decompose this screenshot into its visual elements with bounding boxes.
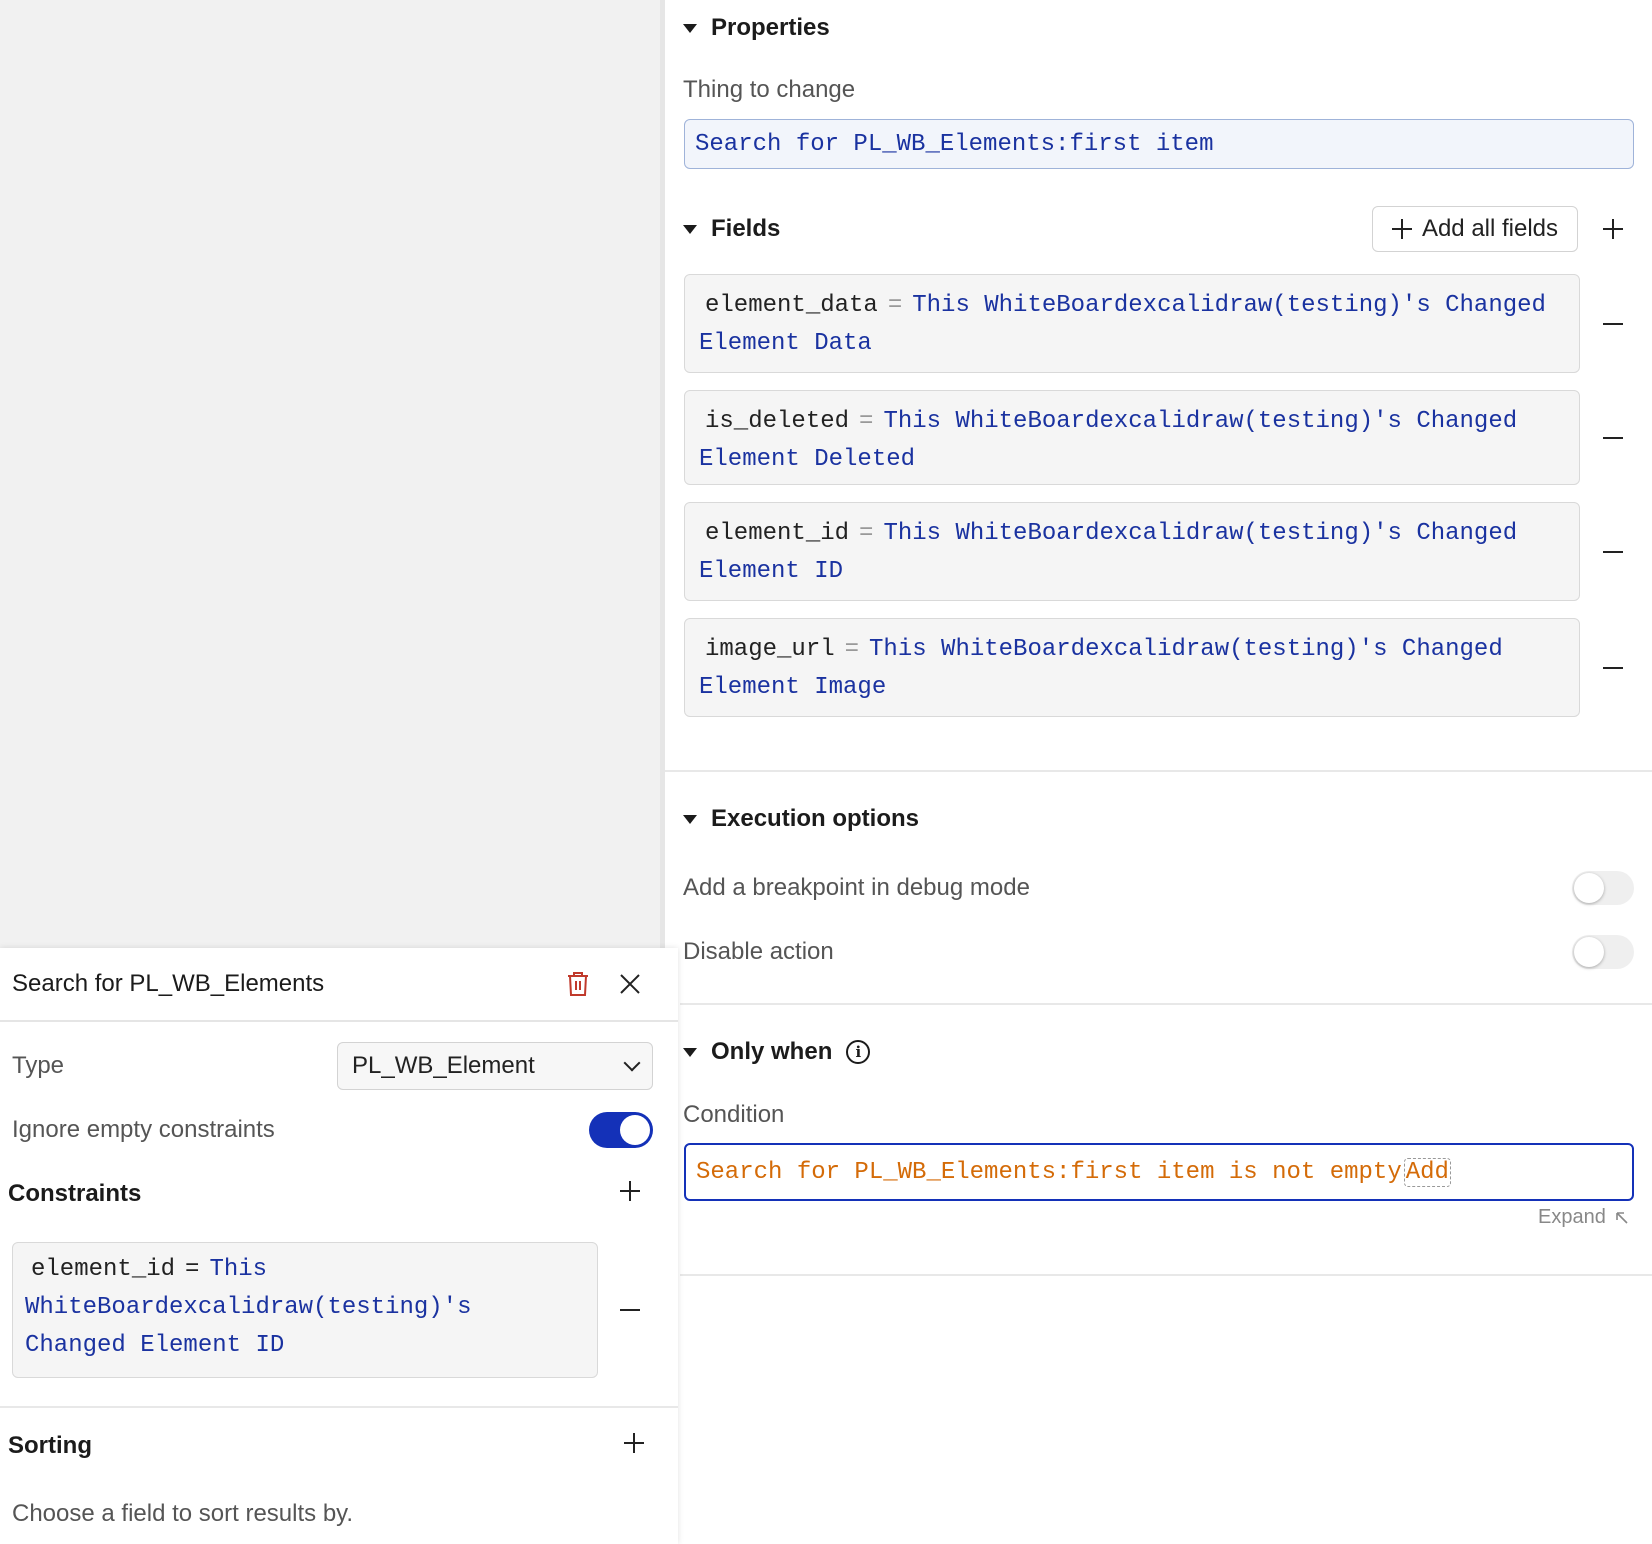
add-condition-chip[interactable]: Add [1403,1157,1451,1187]
properties-section-toggle[interactable]: Properties [683,14,830,42]
search-popup: Search for PL_WB_Elements Type PL_WB_Ele… [0,948,678,1544]
expand-label: Expand [1538,1206,1606,1228]
field-row[interactable]: is_deleted = This WhiteBoardexcalidraw(tes… [684,390,1580,485]
sorting-hint: Choose a field to sort results by. [12,1500,354,1527]
collapse-triangle-icon [683,23,697,33]
expand-arrow-icon [1616,1211,1628,1224]
add-all-fields-label: Add all fields [1421,215,1559,242]
breakpoint-label: Add a breakpoint in debug mode [683,874,1030,901]
execution-options-toggle[interactable]: Execution options [683,805,919,833]
constraint-row[interactable]: element_id = This WhiteBoardexcalidraw(tes… [12,1242,598,1378]
close-icon [620,974,640,994]
popup-title: Search for PL_WB_Elements [12,970,325,997]
plus-icon [624,1433,644,1453]
minus-icon [1603,437,1623,439]
add-field-button[interactable] [1599,215,1627,243]
constraints-header: Constraints [8,1180,142,1207]
expand-button[interactable]: Expand [1538,1206,1630,1229]
execution-options-header: Execution options [711,805,920,832]
equals-sign: = [859,520,874,547]
fields-section-toggle[interactable]: Fields [683,215,780,243]
section-divider [0,1406,678,1408]
field-row[interactable]: image_url = This WhiteBoardexcalidraw(test… [684,618,1580,717]
add-sort-button[interactable] [620,1429,648,1457]
plus-icon [1391,219,1412,239]
fields-header: Fields [711,215,781,242]
disable-action-toggle[interactable] [1572,935,1634,969]
minus-icon [620,1309,640,1311]
only-when-header: Only when [711,1038,833,1065]
field-name: is_deleted [705,408,850,435]
collapse-triangle-icon [683,814,697,824]
remove-field-button[interactable] [1599,424,1627,452]
delete-button[interactable] [564,970,592,998]
plus-icon [1603,219,1623,239]
equals-sign: = [844,636,860,663]
collapse-triangle-icon [683,224,697,234]
section-divider [680,1003,1652,1005]
info-icon[interactable]: i [846,1040,871,1064]
equals-sign: = [185,1256,200,1283]
type-select[interactable]: PL_WB_Element [337,1042,653,1090]
field-row[interactable]: element_id = This WhiteBoardexcalidraw(tes… [684,502,1580,601]
remove-constraint-button[interactable] [616,1296,644,1324]
minus-icon [1603,323,1623,325]
minus-icon [1603,551,1623,553]
only-when-toggle[interactable]: Only when i [683,1038,871,1066]
minus-icon [1603,667,1623,669]
close-button[interactable] [616,970,644,998]
toggle-knob [1574,937,1604,967]
remove-field-button[interactable] [1599,654,1627,682]
condition-value: Search for PL_WB_Elements:first item is … [696,1158,1402,1186]
thing-to-change-input[interactable]: Search for PL_WB_Elements:first item [684,119,1634,169]
remove-field-button[interactable] [1599,538,1627,566]
add-all-fields-button[interactable]: Add all fields [1372,206,1578,252]
type-value: PL_WB_Element [352,1052,535,1079]
constraint-name: element_id [31,1256,176,1283]
equals-sign: = [859,408,874,435]
condition-label: Condition [683,1101,785,1128]
field-name: element_data [705,292,878,319]
chevron-down-icon [623,1054,641,1072]
field-name: image_url [705,636,835,663]
plus-icon [620,1181,640,1201]
field-row[interactable]: element_data = This WhiteBoardexcalidraw(t… [684,274,1580,373]
section-divider [665,770,1652,772]
breakpoint-toggle[interactable] [1572,871,1634,905]
ignore-empty-label: Ignore empty constraints [12,1116,275,1143]
properties-header: Properties [711,14,830,41]
thing-to-change-value: Search for PL_WB_Elements:first item [695,130,1214,158]
remove-field-button[interactable] [1599,310,1627,338]
type-label: Type [12,1052,65,1079]
disable-action-label: Disable action [683,938,834,965]
condition-input[interactable]: Search for PL_WB_Elements:first item is … [684,1143,1634,1201]
thing-to-change-label: Thing to change [683,76,856,103]
add-constraint-button[interactable] [616,1177,644,1205]
section-divider [680,1274,1652,1276]
collapse-triangle-icon [683,1047,697,1057]
action-properties-panel: Properties Thing to change Search for PL… [665,0,1652,1544]
popup-header-divider [0,1020,678,1022]
toggle-knob [620,1115,650,1145]
equals-sign: = [887,292,903,319]
trash-icon [568,972,588,996]
ignore-empty-toggle[interactable] [589,1112,653,1148]
toggle-knob [1574,873,1604,903]
field-name: element_id [705,520,850,547]
sorting-header: Sorting [8,1432,92,1459]
